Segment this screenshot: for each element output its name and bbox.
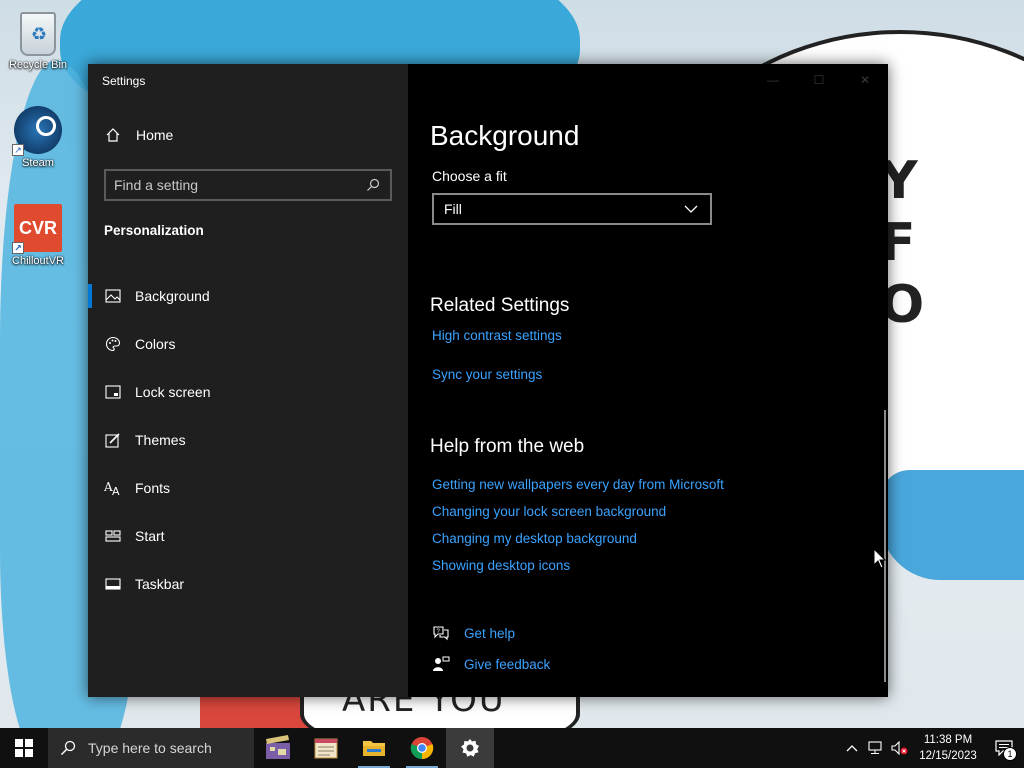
settings-window: Settings Home Find a setting Personaliza… — [88, 64, 888, 697]
sidebar-item-start[interactable]: Start — [88, 512, 408, 560]
start-icon — [104, 527, 122, 545]
sidebar-item-label: Taskbar — [135, 576, 185, 592]
search-icon — [60, 740, 76, 756]
section-label-personalization: Personalization — [104, 223, 204, 238]
maximize-button[interactable]: ☐ — [796, 64, 842, 96]
desktop-icon-label: Steam — [22, 157, 54, 169]
choose-fit-label: Choose a fit — [432, 168, 507, 184]
chat-help-icon: ? — [432, 624, 450, 642]
settings-icon — [461, 739, 479, 757]
notification-count-badge: 1 — [1003, 747, 1017, 761]
wallpaper-bubble-text: Y F O — [880, 151, 925, 335]
sidebar-item-colors[interactable]: Colors — [88, 320, 408, 368]
recycle-bin-icon — [20, 12, 56, 56]
window-controls: — ☐ ✕ — [750, 64, 888, 96]
desktop-icon-recycle-bin[interactable]: Recycle Bin — [0, 8, 76, 71]
video-editor-icon — [266, 735, 290, 759]
help-link-desktop-icons[interactable]: Showing desktop icons — [432, 558, 570, 573]
settings-sidebar: Settings Home Find a setting Personaliza… — [88, 64, 408, 697]
taskbar-clock[interactable]: 11:38 PM 12/15/2023 — [912, 732, 984, 764]
sidebar-item-label: Lock screen — [135, 384, 211, 400]
help-link-wallpapers[interactable]: Getting new wallpapers every day from Mi… — [432, 477, 724, 492]
windows-logo-icon — [15, 739, 33, 757]
related-settings-heading: Related Settings — [430, 295, 570, 316]
sidebar-item-themes[interactable]: Themes — [88, 416, 408, 464]
sync-settings-link[interactable]: Sync your settings — [432, 367, 542, 382]
chrome-icon — [410, 737, 434, 760]
home-icon — [104, 126, 122, 144]
give-feedback-label: Give feedback — [464, 656, 551, 672]
sidebar-item-background[interactable]: Background — [88, 272, 408, 320]
sidebar-item-label: Start — [135, 528, 165, 544]
help-link-lock-screen[interactable]: Changing your lock screen background — [432, 504, 666, 519]
settings-main-pane: — ☐ ✕ Background Choose a fit Fill Relat… — [408, 64, 888, 697]
main-pane-scrollbar[interactable] — [884, 410, 886, 682]
file-explorer-icon — [363, 741, 385, 756]
image-icon — [104, 287, 122, 305]
desktop-icon-chilloutvr[interactable]: CVR ↗ ChilloutVR — [0, 204, 76, 267]
action-center-button[interactable]: 1 — [984, 728, 1024, 768]
svg-text:A: A — [112, 485, 120, 496]
help-from-web-heading: Help from the web — [430, 436, 585, 457]
window-title: Settings — [102, 74, 146, 88]
volume-muted-icon[interactable] — [888, 741, 912, 755]
get-help-link[interactable]: ? Get help — [432, 624, 515, 642]
personalization-nav-list: Background Colors Lock screen Themes A A… — [88, 272, 408, 608]
get-help-label: Get help — [464, 625, 516, 641]
clock-time: 11:38 PM — [923, 734, 973, 746]
sidebar-item-label: Themes — [135, 432, 186, 448]
start-button[interactable] — [0, 728, 48, 768]
page-title: Background — [430, 120, 580, 151]
minimize-button[interactable]: — — [750, 64, 796, 96]
notepad-icon — [314, 738, 338, 759]
taskbar-search-placeholder: Type here to search — [88, 740, 212, 756]
feedback-icon — [432, 655, 450, 673]
taskbar-app-file-explorer[interactable] — [350, 728, 398, 768]
high-contrast-settings-link[interactable]: High contrast settings — [432, 328, 562, 343]
close-button[interactable]: ✕ — [842, 64, 888, 96]
wallpaper-sleeve-shape — [880, 470, 1024, 580]
search-icon[interactable] — [364, 176, 382, 194]
lock-screen-icon — [104, 383, 122, 401]
taskbar-app-video-editor[interactable] — [254, 728, 302, 768]
chilloutvr-icon: CVR ↗ — [12, 204, 62, 254]
choose-fit-dropdown[interactable]: Fill — [432, 193, 712, 225]
fonts-icon: AA — [104, 479, 122, 497]
themes-icon — [104, 431, 122, 449]
chevron-down-icon — [682, 200, 700, 218]
sidebar-item-label: Colors — [135, 336, 176, 352]
system-tray: 11:38 PM 12/15/2023 1 — [840, 728, 1024, 768]
help-link-desktop-background[interactable]: Changing my desktop background — [432, 531, 637, 546]
sidebar-item-taskbar[interactable]: Taskbar — [88, 560, 408, 608]
sidebar-item-lock-screen[interactable]: Lock screen — [88, 368, 408, 416]
taskbar-app-notepad[interactable] — [302, 728, 350, 768]
desktop-icon-label: Recycle Bin — [8, 59, 68, 71]
home-nav-item[interactable]: Home — [104, 126, 173, 144]
sidebar-item-label: Fonts — [135, 480, 171, 496]
sidebar-item-fonts[interactable]: AA Fonts — [88, 464, 408, 512]
taskbar-app-chrome[interactable] — [398, 728, 446, 768]
home-label: Home — [136, 127, 174, 143]
find-setting-search-input[interactable]: Find a setting — [104, 169, 392, 201]
taskbar: Type here to search 11:38 PM 12/15/2023 … — [0, 728, 1024, 768]
give-feedback-link[interactable]: Give feedback — [432, 655, 550, 673]
taskbar-icon — [104, 575, 122, 593]
network-icon[interactable] — [864, 741, 888, 755]
desktop-icon-label: ChilloutVR — [12, 255, 64, 267]
desktop-icon-steam[interactable]: ↗ Steam — [0, 106, 76, 169]
taskbar-app-settings[interactable] — [446, 728, 494, 768]
show-hidden-icons-chevron-icon[interactable] — [840, 744, 864, 752]
taskbar-search-box[interactable]: Type here to search — [48, 728, 254, 768]
sidebar-item-label: Background — [135, 288, 210, 304]
choose-fit-value: Fill — [444, 201, 462, 217]
steam-icon: ↗ — [12, 106, 62, 156]
search-placeholder: Find a setting — [114, 177, 199, 193]
clock-date: 12/15/2023 — [919, 750, 977, 762]
palette-icon — [104, 335, 122, 353]
